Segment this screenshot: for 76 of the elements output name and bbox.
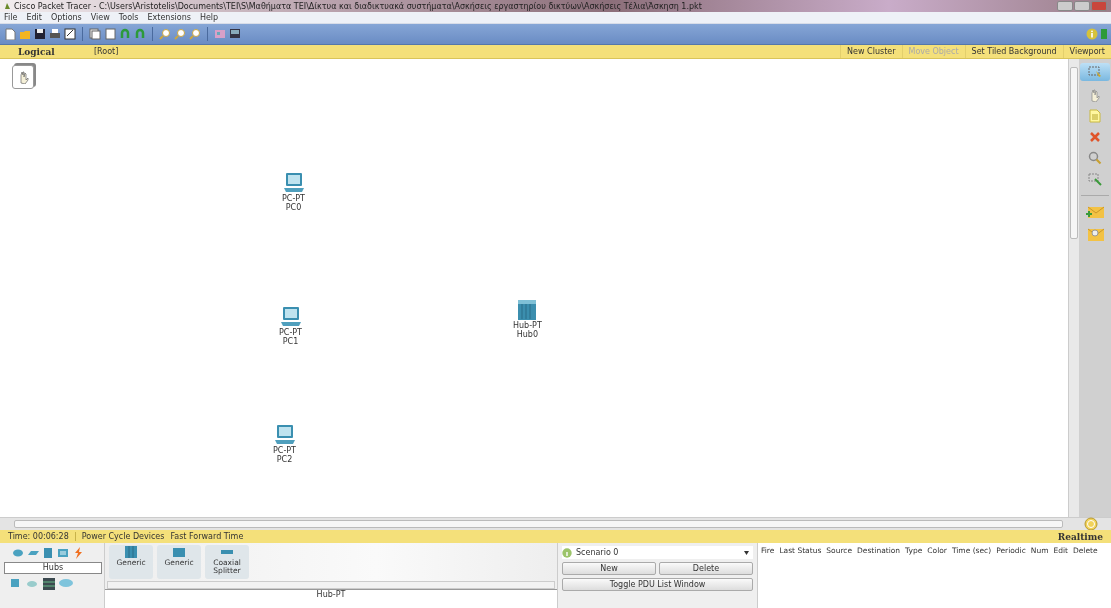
toolbar-action[interactable]: Viewport bbox=[1062, 45, 1111, 58]
search-icon[interactable] bbox=[1088, 151, 1102, 165]
printer-icon[interactable] bbox=[49, 28, 61, 40]
envelope-icon[interactable] bbox=[1086, 205, 1104, 219]
cluster-navigation-button[interactable] bbox=[12, 65, 34, 89]
menu-item[interactable]: Tools bbox=[118, 13, 139, 22]
pc-icon[interactable] bbox=[279, 306, 302, 328]
selected-model-label: Hub-PT bbox=[105, 589, 557, 608]
hand-icon[interactable] bbox=[1088, 88, 1102, 102]
horizontal-scrollbar[interactable] bbox=[14, 520, 1063, 528]
scenario-dropdown[interactable]: Scenario 0 bbox=[562, 546, 753, 559]
device-category-label: Hubs bbox=[4, 562, 102, 574]
zoom-reset-icon[interactable] bbox=[174, 28, 186, 40]
menu-item[interactable]: Options bbox=[50, 13, 82, 22]
device-dialog-icon[interactable] bbox=[229, 28, 241, 40]
device-name-label: PC1 bbox=[282, 337, 299, 346]
note-icon[interactable] bbox=[1088, 109, 1102, 123]
resize-icon[interactable] bbox=[1088, 172, 1102, 186]
toggle-pdu-list-button[interactable]: Toggle PDU List Window bbox=[562, 578, 753, 591]
redo-icon[interactable] bbox=[134, 28, 146, 40]
minimize-button[interactable] bbox=[1057, 1, 1073, 11]
delete-icon[interactable] bbox=[1088, 130, 1102, 144]
paste-icon[interactable] bbox=[104, 28, 116, 40]
pc-icon[interactable] bbox=[282, 172, 305, 194]
device-name-label: Hub0 bbox=[516, 330, 538, 339]
document-icon[interactable] bbox=[64, 28, 76, 40]
select-icon bbox=[1088, 66, 1102, 78]
device-name-label: PC2 bbox=[276, 455, 293, 464]
server-rack-icon[interactable] bbox=[42, 577, 55, 590]
mode-label[interactable]: Realtime bbox=[1057, 531, 1111, 542]
device-model-label: PC-PT bbox=[279, 328, 302, 337]
device-model-label: Hub-PT bbox=[513, 321, 542, 330]
horizontal-scrollbar[interactable] bbox=[107, 581, 555, 589]
scenario-button[interactable]: New bbox=[562, 562, 656, 575]
clock-icon[interactable] bbox=[1084, 517, 1098, 531]
copy-icon[interactable] bbox=[89, 28, 101, 40]
breadcrumb-path[interactable]: [Root] bbox=[94, 47, 841, 56]
device-name-label: PC0 bbox=[285, 203, 302, 212]
repeater-icon bbox=[172, 545, 186, 559]
menu-item[interactable]: Help bbox=[199, 13, 219, 22]
simulation-time: Time: 00:06:28 bbox=[0, 532, 76, 541]
hub-icon bbox=[124, 545, 138, 559]
toolbar-action[interactable]: New Cluster bbox=[840, 45, 902, 58]
hand-icon bbox=[17, 70, 29, 84]
zoom-out-icon[interactable] bbox=[189, 28, 201, 40]
mode-label[interactable]: Logical bbox=[0, 46, 94, 57]
app-icon bbox=[4, 2, 11, 10]
info-icon[interactable] bbox=[1086, 28, 1098, 40]
device-model-label: PC-PT bbox=[282, 194, 305, 203]
maximize-button[interactable] bbox=[1074, 1, 1090, 11]
save-icon[interactable] bbox=[34, 28, 46, 40]
menu-item[interactable]: File bbox=[4, 13, 18, 22]
dropdown-arrow-icon bbox=[744, 550, 749, 555]
hub-icon[interactable] bbox=[42, 547, 54, 559]
time-action[interactable]: Fast Forward Time bbox=[164, 532, 244, 541]
close-button[interactable] bbox=[1091, 1, 1107, 11]
scenario-button[interactable]: Delete bbox=[659, 562, 753, 575]
wireless-device-icon[interactable] bbox=[57, 547, 69, 559]
hub-icon[interactable] bbox=[517, 299, 538, 321]
envelope-icon[interactable] bbox=[1086, 226, 1104, 242]
lightning-icon[interactable] bbox=[72, 547, 84, 559]
pc-icon[interactable] bbox=[273, 424, 296, 446]
new-file-icon[interactable] bbox=[4, 28, 16, 40]
device-model-label: PC-PT bbox=[273, 446, 296, 455]
select-tool-button[interactable] bbox=[1080, 63, 1110, 81]
menu-item[interactable]: Edit bbox=[26, 13, 42, 22]
window-title: Cisco Packet Tracer - C:\Users\Aristotelis\Documents\TEI\S\Μαθήματα ΤΕΙ\Δίκτυα και διαδικτυακά συστήματα\Ασκήσεις εργαστηρίου δικτύων\Ασκήσεις Τέλια\Άσκηση 1.pkt bbox=[14, 1, 703, 11]
menu-item[interactable]: View bbox=[90, 13, 110, 22]
menu-item[interactable]: Extensions bbox=[147, 13, 191, 22]
vertical-scrollbar[interactable] bbox=[1068, 59, 1079, 517]
router-icon[interactable] bbox=[12, 547, 24, 559]
toolbar-action[interactable]: Set Tiled Background bbox=[964, 45, 1063, 58]
info-icon bbox=[562, 547, 572, 558]
time-action[interactable]: Power Cycle Devices bbox=[75, 532, 165, 541]
toolbar-action: Move Object bbox=[901, 45, 965, 58]
zoom-in-icon[interactable] bbox=[159, 28, 171, 40]
